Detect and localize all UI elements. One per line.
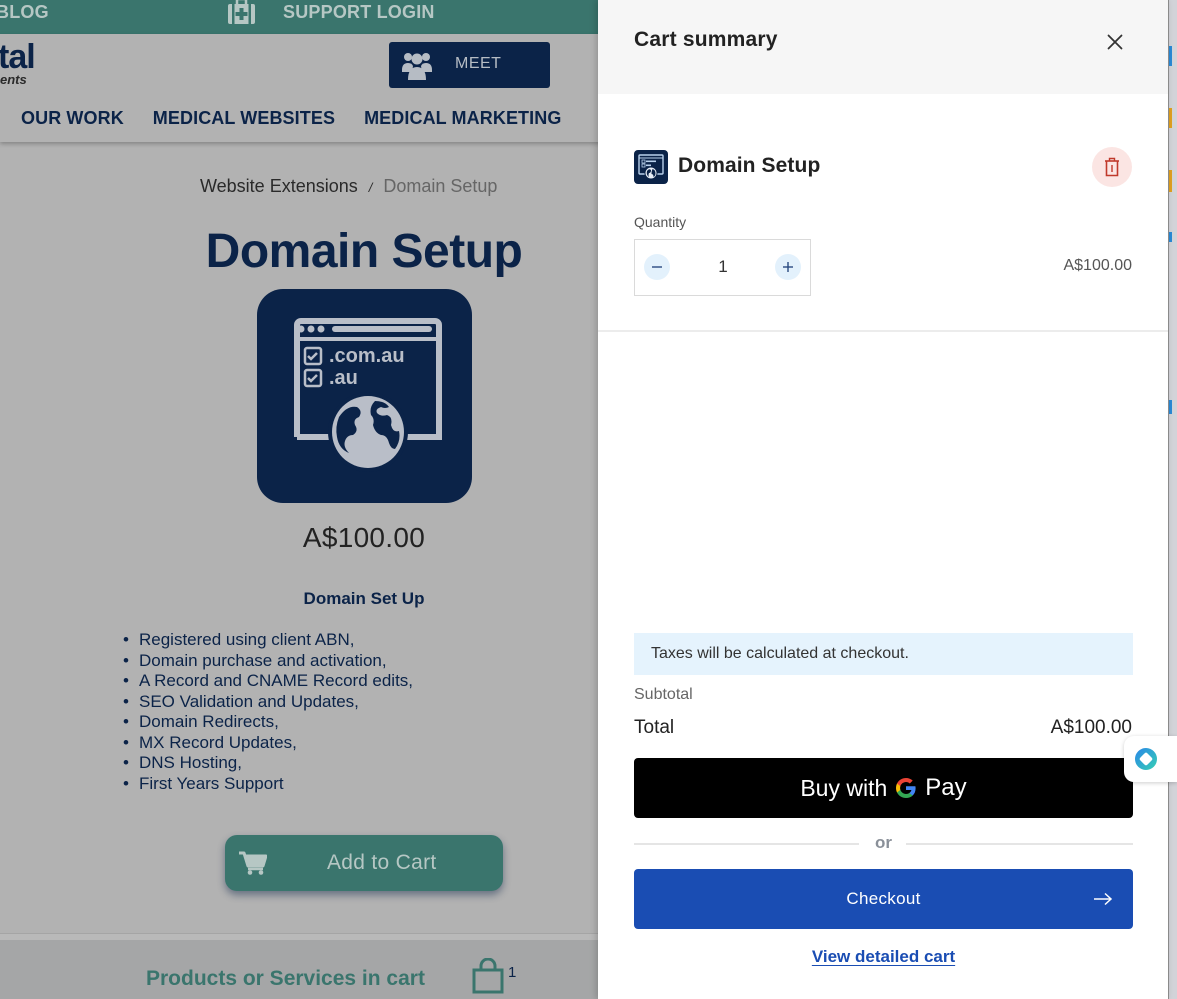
add-to-cart-button[interactable]: Add to Cart	[225, 835, 503, 891]
strip-marker	[1169, 400, 1172, 414]
breadcrumb: Website Extensions / Domain Setup	[200, 176, 497, 197]
feature-item: First Years Support	[123, 774, 413, 795]
nav-item-our-work[interactable]: OUR WORK	[21, 108, 124, 129]
cart-drawer-header: Cart summary	[598, 0, 1168, 94]
breadcrumb-parent-link[interactable]: Website Extensions	[200, 176, 358, 197]
strip-marker	[1169, 170, 1172, 192]
plus-icon	[783, 262, 793, 272]
close-cart-button[interactable]	[1103, 30, 1127, 54]
divider-line	[906, 843, 1133, 845]
minus-icon	[652, 266, 662, 268]
trash-icon	[1105, 157, 1119, 177]
medical-kit-icon	[226, 0, 257, 25]
remove-item-button[interactable]	[1092, 147, 1132, 187]
meet-button[interactable]: MEET	[389, 42, 550, 88]
tax-note-banner: Taxes will be calculated at checkout.	[634, 633, 1133, 675]
main-nav: OUR WORK MEDICAL WEBSITES MEDICAL MARKET…	[21, 108, 561, 129]
feature-item: Domain Redirects,	[123, 712, 413, 733]
domain-browser-globe-icon	[638, 154, 664, 180]
cart-count-badge: 1	[508, 964, 517, 981]
page-scrollbar-strip[interactable]	[1168, 0, 1177, 999]
cart-drawer-title: Cart summary	[634, 28, 778, 51]
people-group-icon	[401, 50, 433, 80]
site-logo-tagline: ents	[0, 72, 27, 87]
cart-drawer: Cart summary Domain Setup Quantity 1 A$1…	[598, 0, 1169, 999]
view-detailed-cart-container: View detailed cart	[598, 947, 1169, 967]
domain-browser-globe-icon: .com.au .au	[294, 318, 442, 472]
shopping-bag-icon[interactable]	[472, 957, 504, 994]
subtotal-label: Subtotal	[634, 686, 693, 703]
feature-item: A Record and CNAME Record edits,	[123, 671, 413, 692]
feature-item: Domain purchase and activation,	[123, 651, 413, 672]
decrease-quantity-button[interactable]	[644, 254, 670, 280]
cart-footer-bar[interactable]: Products or Services in cart 1	[0, 940, 598, 999]
support-login-label: SUPPORT LOGIN	[283, 1, 435, 22]
cart-footer-text: Products or Services in cart	[146, 967, 425, 990]
quantity-input[interactable]: 1	[695, 257, 751, 277]
strip-marker	[1169, 108, 1172, 128]
cart-item-name: Domain Setup	[678, 154, 821, 177]
image-text-au: .au	[329, 367, 358, 389]
arrow-right-icon	[1093, 888, 1113, 910]
product-features-list: Registered using client ABN, Domain purc…	[123, 630, 413, 794]
add-to-cart-label: Add to Cart	[327, 851, 437, 874]
checkout-label: Checkout	[846, 889, 921, 908]
increase-quantity-button[interactable]	[775, 254, 801, 280]
checkout-button[interactable]: Checkout	[634, 869, 1133, 929]
or-divider: or	[634, 833, 1133, 855]
item-thumbnail	[634, 150, 668, 184]
nav-item-medical-websites[interactable]: MEDICAL WEBSITES	[153, 108, 335, 129]
support-login-link[interactable]: SUPPORT LOGIN	[226, 0, 435, 24]
line-item-price: A$100.00	[1063, 257, 1132, 274]
image-text-com-au: .com.au	[329, 345, 405, 367]
breadcrumb-separator: /	[368, 180, 373, 195]
total-value: A$100.00	[1050, 717, 1132, 738]
close-icon	[1107, 34, 1123, 50]
gpay-buy-with-label: Buy with	[800, 774, 888, 801]
feature-item: MX Record Updates,	[123, 733, 413, 754]
cart-line-item: Domain Setup Quantity 1 A$100.00	[598, 94, 1168, 332]
assistant-widget-button[interactable]	[1124, 736, 1177, 782]
google-pay-button[interactable]: Buy with Pay	[634, 758, 1133, 818]
assistant-logo-icon	[1135, 748, 1157, 770]
meet-button-label: MEET	[455, 55, 502, 72]
blog-link[interactable]: BLOG	[0, 2, 49, 23]
breadcrumb-current: Domain Setup	[383, 176, 498, 196]
gpay-pay-label: Pay	[925, 774, 967, 801]
total-label: Total	[634, 717, 675, 738]
shopping-cart-icon	[239, 851, 268, 875]
nav-item-medical-marketing[interactable]: MEDICAL MARKETING	[364, 108, 561, 129]
strip-marker	[1169, 46, 1172, 66]
product-image: .com.au .au	[257, 289, 472, 503]
feature-item: Registered using client ABN,	[123, 630, 413, 651]
quantity-stepper: 1	[634, 239, 811, 296]
quantity-label: Quantity	[634, 214, 687, 230]
footer-divider	[0, 933, 598, 940]
strip-marker	[1169, 232, 1172, 242]
google-g-icon	[895, 777, 917, 799]
feature-item: DNS Hosting,	[123, 753, 413, 774]
view-detailed-cart-link[interactable]: View detailed cart	[812, 947, 955, 966]
feature-item: SEO Validation and Updates,	[123, 692, 413, 713]
